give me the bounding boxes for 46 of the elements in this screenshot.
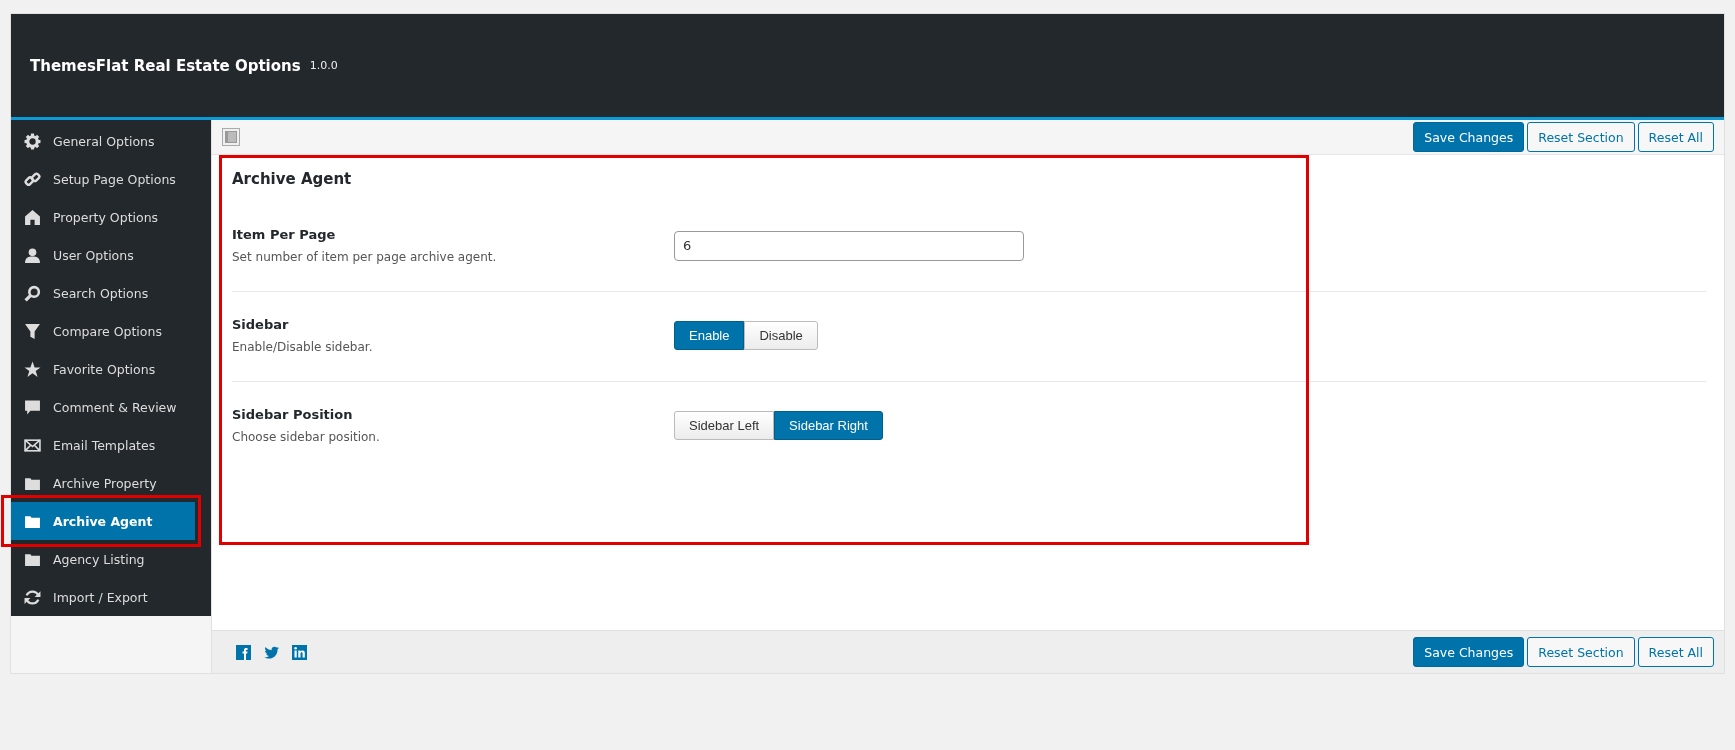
sidebar-item[interactable]: Import / Export [11,578,211,616]
save-button[interactable]: Save Changes [1413,122,1525,152]
filter-icon [24,322,41,340]
field-label: Sidebar Position [232,407,354,422]
reset-button[interactable]: Reset All [1637,122,1714,152]
linkedin-icon[interactable] [292,644,307,660]
sidebar-item[interactable]: Compare Options [11,312,211,350]
sidebar-item[interactable]: Property Options [11,198,211,236]
reset-button[interactable]: Reset Section [1527,637,1635,667]
toggle-option[interactable]: Enable [674,321,745,350]
field-description: Set number of item per page archive agent. [232,250,498,264]
version-label: 1.0.0 [309,59,338,72]
twitter-icon[interactable] [264,644,279,660]
field-label: Item Per Page [232,227,337,242]
link-icon [24,170,41,188]
reset-button[interactable]: Reset All [1637,637,1714,667]
star-icon [24,360,41,378]
sidebar-item[interactable]: Search Options [11,274,211,312]
sidebar-item[interactable]: Email Templates [11,426,211,464]
number-field[interactable]: 6 [674,230,1024,261]
app-title: ThemesFlat Real Estate Options [30,56,301,75]
sidebar-item[interactable]: User Options [11,236,211,274]
sidebar-item[interactable]: General Options [11,122,211,160]
field-description: Choose sidebar position. [232,430,381,444]
toggle-option[interactable]: Sidebar Right [774,411,883,440]
sidebar-item[interactable]: Comment & Review [11,388,211,426]
sidebar-item[interactable]: Setup Page Options [11,160,211,198]
sidebar-item[interactable]: Archive Property [11,464,211,502]
refresh-icon [24,588,41,606]
sidebar-item[interactable]: Archive Agent [11,502,195,540]
user-icon [24,246,41,264]
field-description: Enable/Disable sidebar. [232,340,374,354]
section-title: Archive Agent [232,169,353,190]
reset-button[interactable]: Reset Section [1527,122,1635,152]
sidebar-item[interactable]: Favorite Options [11,350,211,388]
toggle-option[interactable]: Sidebar Left [674,411,775,440]
gear-icon [24,132,41,150]
mail-icon [24,436,41,454]
comment-icon [24,398,41,416]
sidebar-item[interactable]: Agency Listing [11,540,211,578]
toggle-option[interactable]: Disable [744,321,818,350]
facebook-icon[interactable] [236,644,251,660]
home-icon [24,208,41,226]
save-button[interactable]: Save Changes [1413,637,1525,667]
field-label: Sidebar [232,317,290,332]
search-icon [24,284,41,302]
